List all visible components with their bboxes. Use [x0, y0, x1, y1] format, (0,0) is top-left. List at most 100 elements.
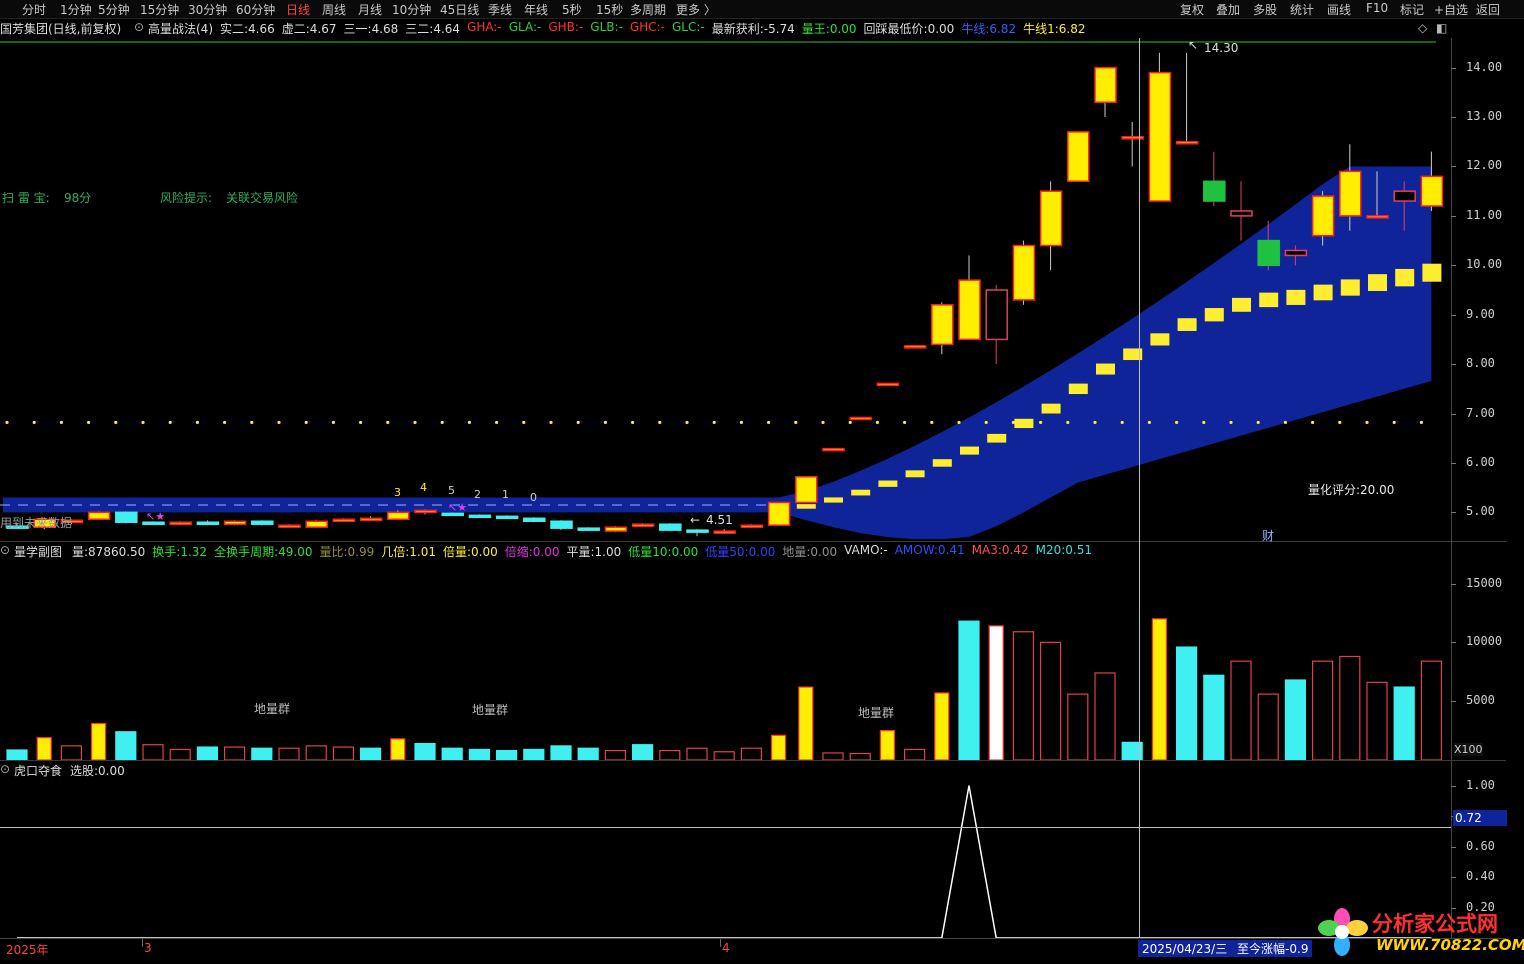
- period-tab[interactable]: 月线: [358, 1, 382, 18]
- indicator-value-label: GLA:: [508, 20, 538, 34]
- bull-level-dot: [87, 420, 91, 425]
- indicator-value-number: -5.74: [763, 22, 795, 36]
- candle-body: [87, 511, 111, 521]
- indicator-value: 实二:4.66: [220, 20, 275, 37]
- period-tab[interactable]: 5秒: [562, 1, 582, 18]
- indicator-value-label: AMOW:: [894, 543, 938, 557]
- toolbar-button[interactable]: 统计: [1290, 1, 1314, 18]
- period-tab[interactable]: 多周期: [630, 1, 666, 18]
- candle-body: [577, 527, 600, 531]
- volume-bar: [196, 746, 218, 760]
- candle-body: [550, 520, 573, 529]
- year-label: 2025年: [6, 943, 49, 957]
- period-tab[interactable]: 周线: [322, 1, 346, 18]
- axis-tick: [1451, 462, 1456, 464]
- toolbar-button[interactable]: 多股: [1253, 1, 1277, 18]
- volume-bar: [441, 747, 463, 760]
- wave-label: 4: [420, 481, 427, 494]
- volume-bar: [1151, 618, 1168, 760]
- bull-level-dot: [984, 420, 988, 425]
- bull-level-dot: [1120, 420, 1124, 425]
- indicator-value-label: GHA:: [467, 20, 498, 34]
- toolbar-button[interactable]: 复权: [1180, 1, 1204, 18]
- volume-bar: [686, 747, 708, 760]
- bull-level-dot: [658, 420, 662, 425]
- period-tab[interactable]: 5分钟: [98, 1, 130, 18]
- indicator-value-label: 选股:: [70, 764, 99, 778]
- indicator-value-number: 1.01: [409, 545, 436, 559]
- bull-level-dot: [277, 420, 281, 425]
- toolbar-button[interactable]: 画线: [1327, 1, 1351, 18]
- indicator-value-label: GHB:: [548, 20, 579, 34]
- bull-level-dot: [1392, 420, 1396, 425]
- indicator-value-label: 三二:: [405, 22, 434, 36]
- bull-level-dot: [168, 420, 172, 425]
- axis-tick: [1451, 413, 1456, 415]
- candle-body: [659, 523, 682, 531]
- indicator-toggle-icon[interactable]: ⊙: [0, 762, 10, 776]
- period-tab[interactable]: 30分钟: [188, 1, 227, 18]
- indicator-name[interactable]: 高量战法(4): [148, 20, 213, 37]
- period-tab[interactable]: 15分钟: [140, 1, 179, 18]
- toolbar-button[interactable]: F10: [1366, 1, 1388, 15]
- bull-level-dot: [223, 420, 227, 425]
- volume-bar: [577, 747, 599, 760]
- indicator-value: 牛线:6.82: [961, 20, 1016, 37]
- volume-chart[interactable]: [0, 560, 1450, 760]
- period-tab[interactable]: 更多 〉: [676, 1, 716, 18]
- period-tab[interactable]: 季线: [488, 1, 512, 18]
- period-tab[interactable]: 分时: [22, 1, 46, 18]
- bull-level-dot: [1093, 420, 1097, 425]
- bull-line-segment: [1096, 363, 1115, 375]
- bull-line-segment: [1340, 279, 1360, 296]
- month-label: 4: [722, 941, 730, 955]
- period-tab[interactable]: 1分钟: [60, 1, 92, 18]
- period-tab[interactable]: 60分钟: [236, 1, 275, 18]
- axis-tick-label: 8.00: [1466, 356, 1495, 371]
- diamond-icon[interactable]: ◇: [1418, 21, 1427, 35]
- volume-bar: [115, 731, 137, 760]
- tiger-line-chart[interactable]: [0, 778, 1450, 938]
- candlestick-chart[interactable]: [0, 38, 1450, 542]
- period-tab[interactable]: 45日线: [440, 1, 479, 18]
- volume-bar: [1420, 660, 1443, 760]
- tiger-indicator-name[interactable]: 虎口夺食: [14, 762, 62, 779]
- period-tab[interactable]: 日线: [286, 1, 310, 18]
- indicator-toggle-icon[interactable]: ⊙: [134, 20, 144, 34]
- candle-body: [1121, 136, 1144, 140]
- period-tab[interactable]: 年线: [524, 1, 548, 18]
- bull-level-dot: [739, 420, 744, 425]
- volume-indicator-name[interactable]: 量学副图: [14, 543, 62, 560]
- toolbar-button[interactable]: +自选: [1434, 1, 1468, 18]
- candle-body: [414, 509, 437, 514]
- indicator-value-label: 量王:: [801, 22, 830, 36]
- bull-level-dot: [576, 420, 580, 425]
- window-toggle-icon[interactable]: ◧: [1436, 21, 1447, 35]
- indicator-value: VAMO:-: [844, 543, 888, 557]
- toolbar-button[interactable]: 叠加: [1216, 1, 1240, 18]
- volume-bar: [1230, 660, 1252, 760]
- axis-tick-label: 10.00: [1466, 257, 1503, 272]
- axis-tick-label: 5.00: [1466, 504, 1495, 519]
- volume-bar: [631, 744, 654, 760]
- crosshair-horizontal: [0, 827, 1451, 828]
- bull-level-dot: [1338, 420, 1342, 425]
- period-tab[interactable]: 15秒: [596, 1, 623, 18]
- candle-body: [1039, 190, 1063, 247]
- volume-bar: [305, 745, 327, 760]
- volume-bar: [1039, 641, 1062, 760]
- candle-body: [251, 520, 274, 525]
- indicator-value-label: 地量:: [782, 545, 811, 559]
- period-tab[interactable]: 10分钟: [392, 1, 431, 18]
- toolbar-button[interactable]: 返回: [1476, 1, 1500, 18]
- indicator-value-label: 量:: [72, 545, 89, 559]
- candle-body: [468, 514, 492, 519]
- indicator-toggle-icon[interactable]: ⊙: [0, 543, 10, 557]
- month-tick: [720, 939, 721, 947]
- indicator-value-number: -: [618, 20, 623, 34]
- price-axis-border: [1451, 38, 1452, 938]
- axis-tick-label: 0.40: [1466, 869, 1495, 884]
- toolbar-button[interactable]: 标记: [1400, 1, 1424, 18]
- axis-tick: [1451, 877, 1456, 879]
- finance-marker[interactable]: 财: [1262, 527, 1274, 544]
